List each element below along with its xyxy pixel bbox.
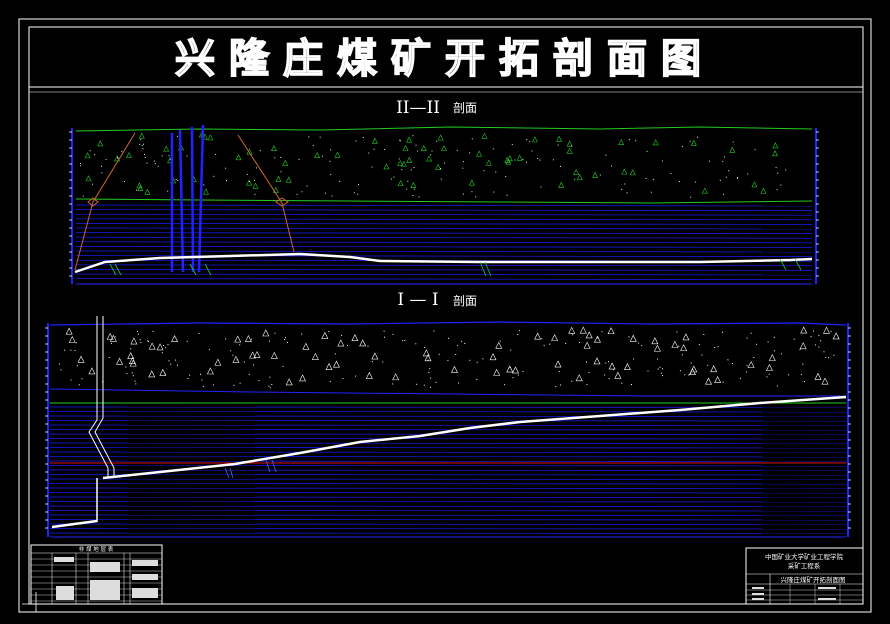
title-block-drawing-name: 兴隆庄煤矿开拓剖面图 xyxy=(781,575,846,584)
section-bottom-shaft-outline-a xyxy=(88,316,109,478)
title-block: 中国矿业大学矿业工程学院 采矿工程系 兴隆庄煤矿开拓剖面图 xyxy=(745,547,864,605)
section-bottom-alluvium-base xyxy=(49,388,846,397)
section-bottom-ground-surface xyxy=(49,321,847,326)
legend-table-header: 非 煤 地 层 表 xyxy=(79,545,114,553)
section-top-fault-right xyxy=(237,134,295,253)
section-top-label: II—II xyxy=(396,98,440,118)
section-top-shafts xyxy=(170,124,205,273)
section-top-alluvium-texture xyxy=(80,131,787,198)
section-top-ground-surface xyxy=(75,126,813,132)
section-bottom-profile xyxy=(45,316,851,538)
section-bottom-alluvium-texture xyxy=(59,326,840,389)
title-block-dept: 采矿工程系 xyxy=(788,561,821,570)
section-bottom-label: I — I xyxy=(397,290,438,310)
legend-table: 非 煤 地 层 表 xyxy=(30,544,163,605)
section-bottom-suffix: 剖面 xyxy=(453,294,477,308)
outer-frame xyxy=(18,18,872,613)
title-block-org: 中国矿业大学矿业工程学院 xyxy=(765,552,844,561)
section-top-alluvium-base xyxy=(75,198,813,204)
drawing-title: 兴隆庄煤矿开拓剖面图 xyxy=(175,36,715,82)
drawing-canvas: 兴隆庄煤矿开拓剖面图 II—II 剖面 I — I 剖面 非 煤 地 层 表 中… xyxy=(18,18,872,613)
section-top-fault-left xyxy=(74,132,136,271)
inner-frame xyxy=(28,26,864,605)
section-top-suffix: 剖面 xyxy=(453,101,477,115)
section-top-strata-lines xyxy=(75,204,813,280)
section-top-profile xyxy=(69,124,819,285)
command-status-bar xyxy=(0,615,200,624)
